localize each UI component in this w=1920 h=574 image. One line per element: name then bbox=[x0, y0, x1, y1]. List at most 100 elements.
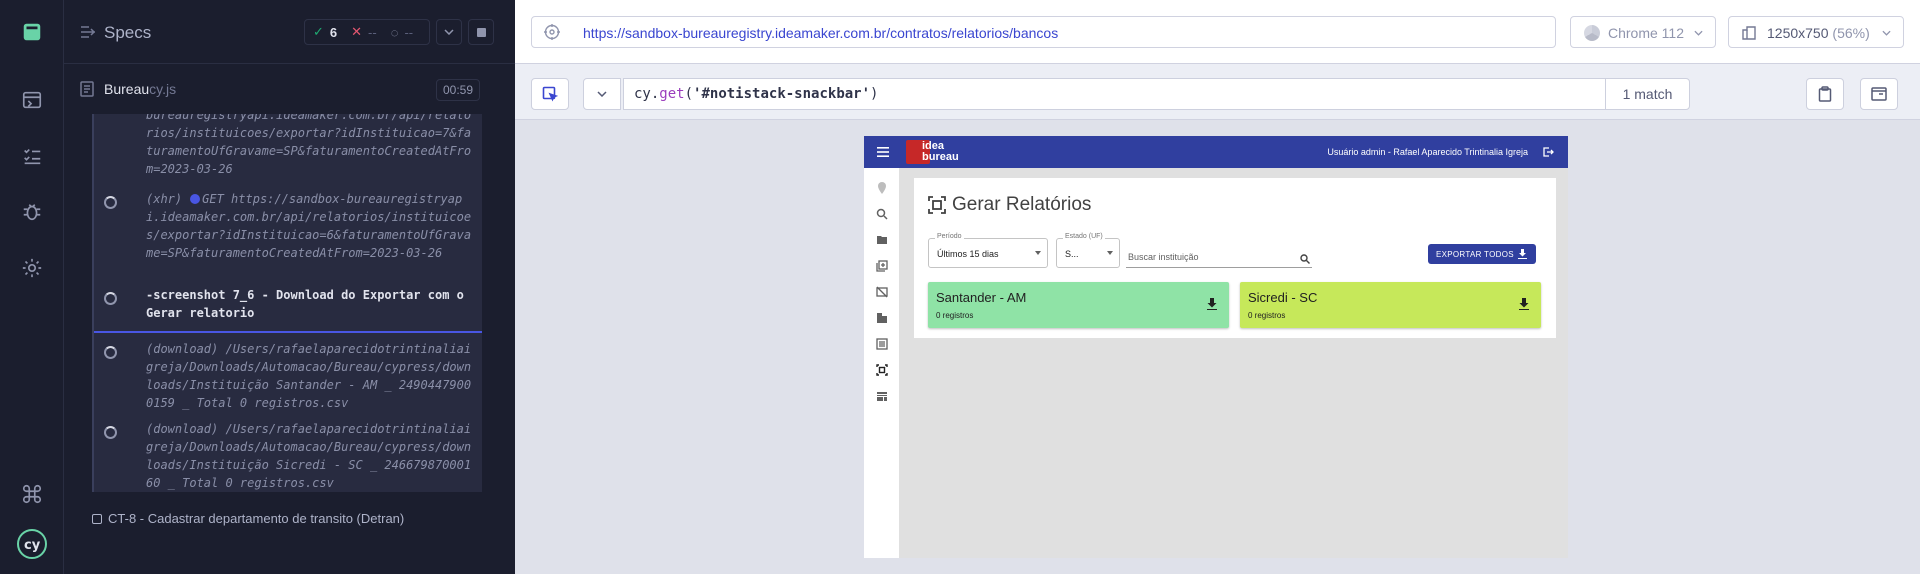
search-icon[interactable] bbox=[876, 208, 888, 220]
download-icon[interactable] bbox=[1519, 298, 1529, 310]
viewport-ruler-icon bbox=[1742, 26, 1756, 40]
command-text: (download) /Users/rafaelaparecidotrintin… bbox=[146, 342, 472, 410]
failed-count: -- bbox=[368, 24, 377, 40]
folder-icon[interactable] bbox=[876, 234, 888, 246]
url-text: https://sandbox-bureauregistry.ideamaker… bbox=[583, 25, 1059, 41]
pending-spinner-icon: ◌ bbox=[390, 24, 399, 40]
command-item[interactable]: -screenshot 7_6 - Download do Exportar c… bbox=[94, 286, 482, 328]
settings-gear-icon[interactable] bbox=[20, 256, 44, 280]
clipboard-icon bbox=[1818, 86, 1832, 102]
passed-count: 6 bbox=[329, 24, 338, 40]
dropdown-arrow-icon bbox=[1035, 251, 1041, 255]
spec-file-row: Bureaucy.js 00:59 bbox=[64, 64, 515, 114]
specs-icon[interactable] bbox=[80, 25, 96, 39]
estado-select[interactable]: Estado (UF) S... bbox=[1056, 233, 1120, 268]
command-text: (download) /Users/rafaelaparecidotrintin… bbox=[146, 422, 472, 490]
spec-file-name: Bureaucy.js bbox=[104, 81, 177, 97]
cypress-nav: cy bbox=[0, 0, 64, 574]
selector-method-dropdown[interactable] bbox=[583, 78, 621, 110]
periodo-value: Últimos 15 dias bbox=[937, 249, 999, 259]
specs-label[interactable]: Specs bbox=[104, 23, 151, 43]
selector-code: cy.get('#notistack-snackbar') bbox=[634, 86, 879, 102]
search-icon[interactable] bbox=[1300, 254, 1310, 264]
export-all-button[interactable]: EXPORTAR TODOS bbox=[1428, 244, 1536, 264]
command-item[interactable]: (xhr) GET https://sandbox-bureauregistrya… bbox=[94, 190, 482, 276]
test-title: CT-8 - Cadastrar departamento de transit… bbox=[108, 511, 405, 526]
chevron-down-icon bbox=[1694, 30, 1703, 36]
map-pin-icon[interactable] bbox=[876, 182, 888, 194]
command-item[interactable]: (download) /Users/rafaelaparecidotrintin… bbox=[94, 336, 482, 414]
app-sidebar bbox=[864, 168, 900, 558]
svg-text:cy: cy bbox=[24, 538, 41, 553]
viewport-select[interactable]: 1250x750 (56%) bbox=[1728, 16, 1904, 48]
failed-x-icon: ✕ bbox=[351, 24, 363, 39]
bank-name: Sicredi - SC bbox=[1248, 290, 1318, 305]
command-log-scrollbar-track[interactable] bbox=[483, 114, 491, 492]
browser-label: Chrome 112 bbox=[1608, 25, 1685, 41]
instituicao-search-input[interactable]: Buscar instituição bbox=[1126, 246, 1312, 268]
print-to-console-button[interactable] bbox=[1860, 78, 1898, 110]
periodo-select[interactable]: Período Últimos 15 dias bbox=[928, 233, 1048, 268]
spinner-icon bbox=[104, 292, 117, 305]
chevron-down-icon[interactable] bbox=[436, 19, 462, 45]
report-scan-icon[interactable] bbox=[876, 364, 888, 376]
app-under-test: idea bureau Usuário admin - Rafael Aparec… bbox=[864, 136, 1568, 558]
runs-icon[interactable] bbox=[20, 88, 44, 112]
bank-card-santander[interactable]: Santander - AM 0 registros bbox=[928, 282, 1229, 328]
export-all-label: EXPORTAR TODOS bbox=[1436, 250, 1514, 259]
bank-name: Santander - AM bbox=[936, 290, 1027, 305]
business-icon[interactable] bbox=[876, 312, 888, 324]
library-add-icon[interactable] bbox=[876, 260, 888, 272]
image-off-icon[interactable] bbox=[876, 286, 888, 298]
selector-input[interactable]: cy.get('#notistack-snackbar') 1 match bbox=[623, 78, 1690, 110]
url-field[interactable]: https://sandbox-bureauregistry.ideamaker… bbox=[531, 16, 1556, 48]
spinner-icon bbox=[104, 196, 117, 209]
command-item[interactable]: bureauregistryapi.ideamaker.com.br/api/r… bbox=[94, 114, 482, 180]
periodo-label: Período bbox=[935, 233, 964, 240]
list-document-icon[interactable] bbox=[876, 338, 888, 350]
specs-list-icon[interactable] bbox=[20, 144, 44, 168]
page-title: Gerar Relatórios bbox=[952, 194, 1092, 215]
bank-card-sicredi[interactable]: Sicredi - SC 0 registros bbox=[1240, 282, 1541, 328]
match-count: 1 match bbox=[1605, 79, 1689, 109]
cursor-select-icon bbox=[542, 86, 558, 102]
store-icon[interactable] bbox=[876, 390, 888, 402]
selector-picker-button[interactable] bbox=[531, 78, 569, 110]
viewport-label: 1250x750 (56%) bbox=[1767, 25, 1870, 41]
command-text: bureauregistryapi.ideamaker.com.br/api/r… bbox=[146, 114, 472, 176]
chevron-down-icon bbox=[597, 91, 607, 97]
xhr-status-dot-icon bbox=[190, 194, 201, 204]
copy-button[interactable] bbox=[1806, 78, 1844, 110]
reporter-header: Specs ✓ 6 ✕ -- ◌ -- bbox=[64, 0, 515, 64]
dropdown-arrow-icon bbox=[1107, 251, 1113, 255]
pending-count: -- bbox=[404, 24, 414, 40]
selector-playground: cy.get('#notistack-snackbar') 1 match bbox=[515, 64, 1920, 120]
report-scan-icon bbox=[928, 196, 946, 214]
reporter-panel: Specs ✓ 6 ✕ -- ◌ -- Bureaucy.js 00:59 bu… bbox=[64, 0, 574, 574]
download-icon[interactable] bbox=[1207, 298, 1217, 310]
stop-button[interactable] bbox=[468, 19, 494, 45]
browser-select[interactable]: Chrome 112 bbox=[1570, 16, 1716, 48]
test-status-icon bbox=[92, 514, 102, 524]
current-command-marker bbox=[94, 331, 482, 333]
download-icon bbox=[1518, 249, 1527, 259]
cypress-logo-icon[interactable]: cy bbox=[16, 528, 48, 560]
command-item[interactable]: (download) /Users/rafaelaparecidotrintin… bbox=[94, 416, 482, 492]
logout-icon[interactable] bbox=[1542, 146, 1554, 158]
estado-label: Estado (UF) bbox=[1063, 233, 1105, 240]
url-bar: https://sandbox-bureauregistry.ideamaker… bbox=[515, 0, 1920, 64]
bank-records: 0 registros bbox=[1248, 311, 1286, 320]
target-icon bbox=[544, 24, 560, 40]
bank-records: 0 registros bbox=[936, 311, 974, 320]
logged-user: Usuário admin - Rafael Aparecido Trintin… bbox=[1327, 147, 1528, 157]
test-stats: ✓ 6 ✕ -- ◌ -- bbox=[304, 19, 430, 45]
test-item-ct8[interactable]: CT-8 - Cadastrar departamento de transit… bbox=[92, 511, 404, 526]
app-logo-text: idea bureau bbox=[922, 140, 959, 163]
hamburger-menu-icon[interactable] bbox=[877, 145, 889, 159]
keyboard-shortcuts-icon[interactable] bbox=[20, 482, 44, 506]
app-logo-icon[interactable] bbox=[20, 20, 44, 44]
console-icon bbox=[1871, 87, 1887, 101]
debug-icon[interactable] bbox=[20, 200, 44, 224]
search-placeholder: Buscar instituição bbox=[1128, 252, 1199, 262]
spinner-icon bbox=[104, 426, 117, 439]
